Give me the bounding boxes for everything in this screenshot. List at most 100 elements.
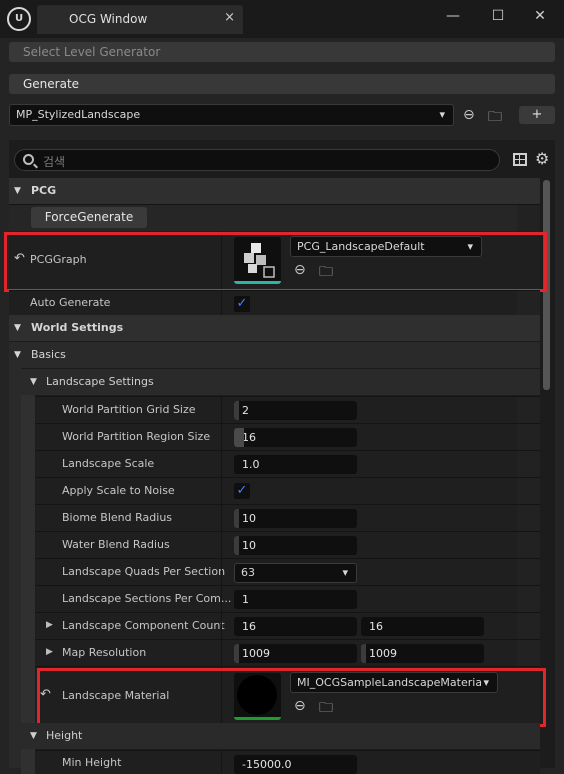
auto-generate-row: Auto Generate ✓ bbox=[9, 290, 540, 316]
landscape-scale-input[interactable]: 1.0 bbox=[234, 455, 357, 474]
title-bar: U OCG Window × — ☐ ✕ bbox=[0, 0, 564, 38]
map-resolution-y-input[interactable]: 1009 bbox=[361, 644, 484, 663]
minimize-button[interactable]: — bbox=[438, 5, 468, 27]
reset-column bbox=[517, 586, 540, 612]
category-label: Height bbox=[46, 729, 83, 742]
gear-icon[interactable]: ⚙ bbox=[535, 149, 549, 168]
column-divider bbox=[221, 397, 222, 423]
column-divider bbox=[221, 451, 222, 477]
unreal-logo-icon: U bbox=[7, 7, 31, 31]
highlight-box bbox=[37, 668, 546, 727]
sections-row: Landscape Sections Per Com... 1 bbox=[35, 585, 540, 612]
indent-guide bbox=[21, 395, 35, 727]
region-size-row: World Partition Region Size 16 bbox=[35, 423, 540, 450]
region-size-input[interactable]: 16 bbox=[234, 428, 357, 447]
close-tab-icon[interactable]: × bbox=[224, 10, 235, 25]
expand-arrow-icon[interactable]: ▶ bbox=[46, 647, 53, 657]
search-placeholder: 검색 bbox=[43, 155, 66, 169]
reset-column bbox=[517, 505, 540, 531]
collapse-arrow-icon: ▼ bbox=[14, 350, 21, 360]
add-button[interactable]: + bbox=[519, 106, 555, 124]
map-resolution-row: ▶ Map Resolution 1009 1009 bbox=[35, 639, 540, 666]
level-generator-combo[interactable]: MP_StylizedLandscape ▾ bbox=[9, 104, 454, 126]
water-blend-input[interactable]: 10 bbox=[234, 536, 357, 555]
biome-blend-input[interactable]: 10 bbox=[234, 509, 357, 528]
grid-size-row: World Partition Grid Size 2 bbox=[35, 396, 540, 423]
component-count-row: ▶ Landscape Component Count 16 16 bbox=[35, 612, 540, 639]
column-divider bbox=[221, 751, 222, 774]
browse-folder-icon[interactable]: 🗀 bbox=[488, 106, 502, 130]
sections-input[interactable]: 1 bbox=[234, 590, 357, 609]
property-label: Landscape Component Count bbox=[62, 619, 225, 632]
expand-arrow-icon[interactable]: ▶ bbox=[46, 620, 53, 630]
property-label: World Partition Grid Size bbox=[62, 403, 196, 416]
category-world-settings[interactable]: ▼ World Settings bbox=[9, 315, 540, 341]
category-basics[interactable]: ▼ Basics bbox=[9, 342, 540, 368]
property-label: Water Blend Radius bbox=[62, 538, 170, 551]
collapse-arrow-icon: ▼ bbox=[14, 323, 21, 333]
auto-generate-label: Auto Generate bbox=[30, 296, 111, 309]
category-label: World Settings bbox=[31, 321, 124, 334]
apply-scale-row: Apply Scale to Noise ✓ bbox=[35, 477, 540, 504]
collapse-arrow-icon: ▼ bbox=[30, 377, 37, 387]
category-landscape-settings[interactable]: ▼ Landscape Settings bbox=[21, 369, 540, 395]
quads-row: Landscape Quads Per Section 63 ▾ bbox=[35, 558, 540, 585]
landscape-scale-row: Landscape Scale 1.0 bbox=[35, 450, 540, 477]
force-generate-button[interactable]: ForceGenerate bbox=[31, 207, 147, 228]
column-divider bbox=[221, 478, 222, 504]
property-label: Apply Scale to Noise bbox=[62, 484, 175, 497]
category-pcg[interactable]: ▼ PCG bbox=[9, 178, 540, 204]
category-label: Basics bbox=[31, 348, 66, 361]
column-divider bbox=[221, 640, 222, 666]
auto-generate-checkbox[interactable]: ✓ bbox=[234, 296, 250, 312]
column-divider bbox=[221, 559, 222, 585]
search-input[interactable]: 검색 bbox=[14, 149, 500, 171]
column-divider bbox=[221, 532, 222, 558]
select-level-generator-button[interactable]: Select Level Generator bbox=[9, 42, 555, 62]
category-height[interactable]: ▼ Height bbox=[21, 723, 540, 749]
reset-column bbox=[517, 424, 540, 450]
level-asset-name: MP_StylizedLandscape bbox=[16, 108, 141, 121]
min-height-row: Min Height -15000.0 bbox=[35, 750, 540, 774]
tab-ocg-window[interactable]: OCG Window × bbox=[37, 5, 243, 34]
generate-button[interactable]: Generate bbox=[9, 74, 555, 94]
highlight-box bbox=[4, 232, 547, 292]
property-label: Landscape Quads Per Section bbox=[62, 565, 226, 578]
reset-column bbox=[517, 291, 540, 316]
reset-column bbox=[517, 478, 540, 504]
reset-column bbox=[517, 205, 540, 231]
min-height-input[interactable]: -15000.0 bbox=[234, 755, 357, 774]
water-blend-row: Water Blend Radius 10 bbox=[35, 531, 540, 558]
property-label: Biome Blend Radius bbox=[62, 511, 173, 524]
property-label: Map Resolution bbox=[62, 646, 147, 659]
quads-value: 63 bbox=[241, 566, 255, 579]
quads-combo[interactable]: 63 ▾ bbox=[234, 563, 357, 583]
reset-column bbox=[517, 397, 540, 423]
property-label: Landscape Scale bbox=[62, 457, 155, 470]
component-count-y-input[interactable]: 16 bbox=[361, 617, 484, 636]
chevron-down-icon: ▾ bbox=[439, 108, 445, 121]
apply-scale-checkbox[interactable]: ✓ bbox=[234, 483, 250, 499]
column-divider bbox=[221, 505, 222, 531]
collapse-arrow-icon: ▼ bbox=[30, 731, 37, 741]
maximize-button[interactable]: ☐ bbox=[483, 5, 513, 27]
close-window-button[interactable]: ✕ bbox=[525, 5, 555, 27]
indent-guide bbox=[9, 368, 21, 768]
column-divider bbox=[221, 291, 222, 316]
column-divider bbox=[221, 613, 222, 639]
reset-column bbox=[517, 532, 540, 558]
map-resolution-x-input[interactable]: 1009 bbox=[234, 644, 357, 663]
component-count-x-input[interactable]: 16 bbox=[234, 617, 357, 636]
reset-column bbox=[517, 613, 540, 639]
reset-column bbox=[517, 640, 540, 666]
collapse-arrow-icon: ▼ bbox=[14, 186, 21, 196]
property-label: Min Height bbox=[62, 756, 122, 769]
table-view-icon[interactable] bbox=[513, 153, 527, 166]
chevron-down-icon: ▾ bbox=[342, 566, 348, 579]
property-label: Landscape Sections Per Com... bbox=[62, 592, 232, 605]
property-label: World Partition Region Size bbox=[62, 430, 211, 443]
use-selected-icon[interactable]: ⊖ bbox=[463, 107, 475, 123]
grid-size-input[interactable]: 2 bbox=[234, 401, 357, 420]
reset-column bbox=[517, 451, 540, 477]
force-generate-row: ForceGenerate bbox=[9, 204, 540, 231]
